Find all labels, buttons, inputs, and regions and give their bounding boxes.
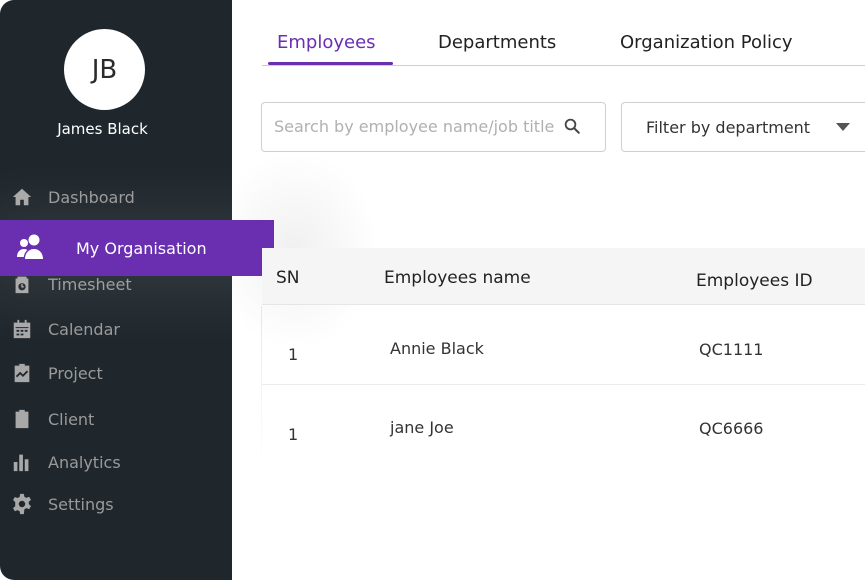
tab-employees[interactable]: Employees — [277, 32, 376, 53]
sidebar-item-label: Settings — [48, 494, 114, 514]
avatar[interactable]: JB — [64, 29, 145, 110]
sidebar-item-label: Client — [48, 409, 95, 429]
active-tab-indicator — [268, 62, 393, 65]
users-icon — [14, 231, 48, 265]
column-header-sn: SN — [276, 268, 300, 288]
column-header-employee-name: Employees name — [384, 268, 531, 288]
search-box — [261, 102, 606, 152]
cell-employee-id: QC1111 — [699, 340, 764, 359]
sidebar-item-label: Project — [48, 363, 103, 383]
table-left-border — [261, 306, 262, 466]
sidebar-item-label: My Organisation — [76, 238, 207, 258]
table-row[interactable]: 1 Annie Black QC1111 — [262, 306, 865, 385]
department-filter-dropdown[interactable]: Filter by department — [621, 102, 865, 152]
cell-sn: 1 — [288, 425, 299, 444]
column-header-employee-id: Employees ID — [696, 271, 813, 291]
client-clipboard-icon — [11, 408, 33, 430]
calendar-icon — [11, 318, 33, 340]
table-header: SN Employees name Employees ID — [262, 248, 865, 305]
home-icon — [11, 186, 33, 208]
filter-label: Filter by department — [646, 118, 811, 137]
sidebar-item-label: Timesheet — [48, 274, 132, 294]
cell-employee-name: jane Joe — [390, 418, 454, 437]
search-icon[interactable] — [563, 117, 581, 135]
sidebar-item-my-organisation[interactable]: My Organisation — [0, 220, 274, 276]
sidebar-item-label: Analytics — [48, 452, 121, 472]
tab-organization-policy[interactable]: Organization Policy — [620, 32, 793, 53]
avatar-initials: JB — [91, 54, 118, 85]
sidebar: JB James Black Dashboard Timesheet Calen… — [0, 0, 232, 580]
chevron-down-icon — [836, 123, 850, 131]
cell-employee-name: Annie Black — [390, 339, 484, 358]
gear-icon — [11, 493, 33, 515]
project-clipboard-icon — [11, 362, 33, 384]
cell-sn: 1 — [288, 345, 299, 364]
bar-chart-icon — [11, 451, 33, 473]
sidebar-item-label: Calendar — [48, 319, 120, 339]
search-input[interactable] — [274, 117, 564, 136]
sidebar-item-label: Dashboard — [48, 187, 135, 207]
timesheet-icon — [11, 273, 33, 295]
table-row[interactable]: 1 jane Joe QC6666 — [262, 386, 865, 465]
tab-departments[interactable]: Departments — [438, 32, 556, 53]
cell-employee-id: QC6666 — [699, 419, 764, 438]
user-name: James Black — [57, 120, 148, 138]
